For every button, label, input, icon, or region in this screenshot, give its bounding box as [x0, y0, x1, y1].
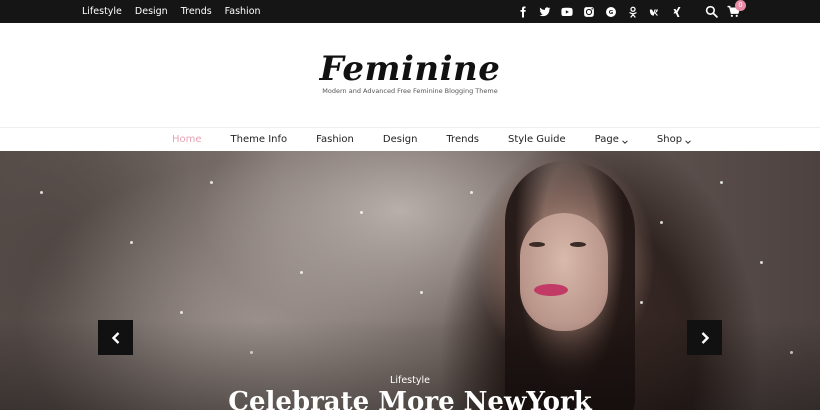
- top-nav: Lifestyle Design Trends Fashion: [82, 0, 261, 23]
- site-header: Feminine Modern and Advanced Free Femini…: [0, 23, 820, 127]
- hero-image-face: [520, 213, 608, 331]
- nav-item-trends[interactable]: Trends: [446, 134, 479, 145]
- nav-item-label: Page: [594, 134, 619, 145]
- snow-particle: [660, 221, 663, 224]
- chevron-down-icon: [685, 137, 691, 144]
- search-icon[interactable]: [704, 5, 718, 19]
- hero-slider: Lifestyle Celebrate More NewYork: [0, 151, 820, 410]
- cart-icon[interactable]: 0: [726, 0, 746, 19]
- nav-item-label: Design: [382, 134, 418, 145]
- top-nav-fashion[interactable]: Fashion: [225, 6, 261, 17]
- instagram-icon[interactable]: [582, 5, 596, 19]
- slider-prev-button[interactable]: [98, 320, 133, 355]
- youtube-icon[interactable]: [560, 5, 574, 19]
- top-nav-design[interactable]: Design: [135, 6, 168, 17]
- nav-item-fashion[interactable]: Fashion: [316, 134, 354, 145]
- nav-item-design[interactable]: Design: [383, 134, 418, 145]
- nav-item-home[interactable]: Home: [172, 134, 202, 145]
- nav-item-style-guide[interactable]: Style Guide: [508, 134, 566, 145]
- site-tagline: Modern and Advanced Free Feminine Bloggi…: [322, 87, 498, 95]
- snow-particle: [420, 291, 423, 294]
- site-logo[interactable]: Feminine: [0, 49, 820, 89]
- top-nav-lifestyle[interactable]: Lifestyle: [82, 6, 122, 17]
- hero-image-eye: [570, 242, 586, 247]
- social-links: G: [516, 0, 684, 23]
- top-bar: Lifestyle Design Trends Fashion G 0: [0, 0, 820, 23]
- facebook-icon[interactable]: [516, 5, 530, 19]
- nav-item-shop[interactable]: Shop: [657, 134, 691, 145]
- snow-particle: [300, 271, 303, 274]
- snow-particle: [180, 311, 183, 314]
- chevron-down-icon: [622, 137, 628, 144]
- snow-particle: [720, 181, 723, 184]
- nav-item-page[interactable]: Page: [595, 134, 628, 145]
- nav-item-label: Shop: [656, 134, 683, 145]
- slide-title[interactable]: Celebrate More NewYork: [0, 387, 820, 410]
- twitter-icon[interactable]: [538, 5, 552, 19]
- main-nav: Home Theme Info Fashion Design Trends St…: [0, 127, 820, 151]
- odnoklassniki-icon[interactable]: [626, 5, 640, 19]
- cart-count-badge: 0: [735, 0, 746, 11]
- nav-item-label: Trends: [446, 134, 479, 145]
- snow-particle: [760, 261, 763, 264]
- nav-item-label: Fashion: [316, 134, 354, 145]
- hero-image-lips: [534, 284, 568, 296]
- top-nav-trends[interactable]: Trends: [181, 6, 212, 17]
- snow-particle: [470, 191, 473, 194]
- vk-icon[interactable]: [648, 5, 662, 19]
- snow-particle: [640, 301, 643, 304]
- header-tools: 0: [704, 0, 746, 23]
- chevron-right-icon: [701, 331, 709, 344]
- xing-icon[interactable]: [670, 5, 684, 19]
- chevron-left-icon: [111, 331, 119, 344]
- nav-item-label: Home: [172, 134, 202, 145]
- nav-item-label: Style Guide: [508, 134, 566, 145]
- google-plus-icon[interactable]: G: [604, 5, 618, 19]
- slide-category[interactable]: Lifestyle: [0, 375, 820, 386]
- nav-item-label: Theme Info: [230, 134, 288, 145]
- snow-particle: [360, 211, 363, 214]
- snow-particle: [40, 191, 43, 194]
- hero-image-eye: [529, 242, 545, 247]
- nav-item-theme-info[interactable]: Theme Info: [231, 134, 288, 145]
- slider-next-button[interactable]: [687, 320, 722, 355]
- svg-text:G: G: [609, 10, 614, 16]
- snow-particle: [130, 241, 133, 244]
- snow-particle: [210, 181, 213, 184]
